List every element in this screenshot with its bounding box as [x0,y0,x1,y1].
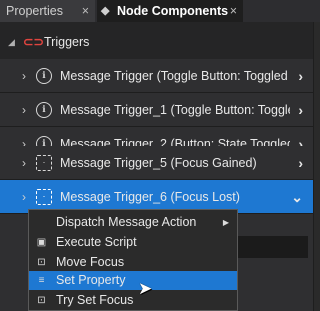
pin-icon: ◆ [101,5,110,17]
expand-arrow-icon[interactable]: › [22,146,26,180]
expand-arrow-icon[interactable]: › [22,180,26,214]
tab-properties-close-icon[interactable]: × [82,0,89,22]
expand-arrow-icon[interactable]: › [22,59,26,93]
menu-item-set-property[interactable]: ≡ Set Property [29,271,237,290]
tab-node-components-label: Node Components [117,4,229,18]
set-property-icon: ≡ [38,275,45,286]
tab-node-components-close-icon[interactable]: × [230,0,237,22]
menu-item-execute-script[interactable]: ▣ Execute Script [29,233,237,252]
triggers-group-label: Triggers [44,35,90,49]
trigger-row[interactable]: › ℹ Message Trigger_1 (Toggle Button: To… [0,93,313,127]
expand-arrow-icon[interactable]: › [22,93,26,127]
menu-item-label: Set Property [56,273,126,287]
tab-bar: Properties × ◆ Node Components × [0,0,320,22]
trigger-row[interactable]: › · Message Trigger_5 (Focus Gained) › [0,146,313,180]
focus-icon: ⊡ [37,295,46,306]
chevron-right-icon[interactable]: › [298,146,303,180]
menu-item-label: Dispatch Message Action [56,215,197,229]
menu-item-dispatch-message-action[interactable]: Dispatch Message Action ▶ [29,213,237,232]
submenu-arrow-icon: ▶ [222,218,229,227]
message-trigger-icon: ℹ [36,102,52,118]
message-trigger-icon: ℹ [36,68,52,84]
trigger-label: Message Trigger (Toggle Button: Toggled … [60,69,290,83]
chevron-right-icon[interactable]: › [298,93,303,127]
menu-item-try-set-focus[interactable]: ⊡ Try Set Focus [29,291,237,310]
menu-item-label: Try Set Focus [56,293,134,307]
tab-node-components[interactable]: ◆ Node Components × [97,0,243,22]
trigger-row[interactable]: › ℹ Message Trigger (Toggle Button: Togg… [0,59,313,93]
property-field[interactable] [228,236,308,258]
menu-item-label: Move Focus [56,255,125,269]
chevron-right-icon[interactable]: › [298,59,303,93]
focus-icon: ⊡ [37,257,46,268]
focus-trigger-icon: · [36,189,52,205]
trigger-label: Message Trigger_5 (Focus Gained) [60,156,257,170]
tab-properties-label: Properties [6,4,63,18]
menu-item-label: Execute Script [56,235,137,249]
trigger-label: Message Trigger_1 (Toggle Button: Toggle… [60,103,290,117]
triggers-group-header[interactable]: ◢ ⊂⊃ Triggers [0,22,313,62]
tab-properties[interactable]: Properties × [0,0,95,22]
context-menu: Dispatch Message Action ▶ ▣ Execute Scri… [28,209,238,311]
collapse-triangle-icon[interactable]: ◢ [8,22,15,62]
chevron-down-icon[interactable]: ⌄ [291,180,303,214]
script-icon: ▣ [36,237,47,248]
focus-trigger-icon: · [36,155,52,171]
mouse-pointer-icon: ➤ [138,279,153,298]
link-icon: ⊂⊃ [23,35,44,49]
menu-item-move-focus[interactable]: ⊡ Move Focus [29,253,237,272]
scrollbar[interactable] [314,22,320,311]
